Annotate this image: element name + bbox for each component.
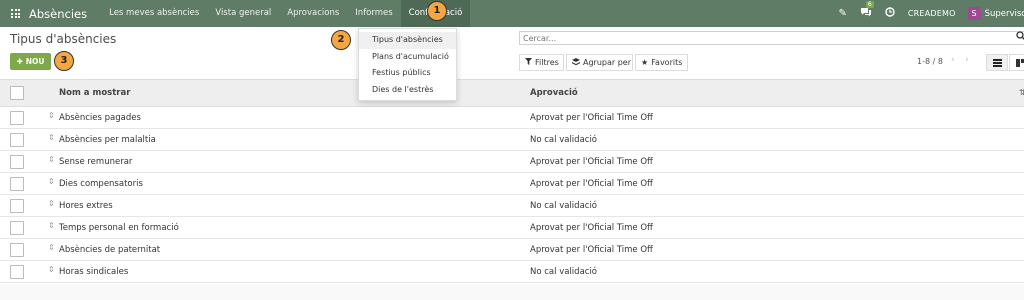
- drag-handle-icon[interactable]: ⇕: [48, 111, 55, 120]
- column-header-name[interactable]: Nom a mostrar: [59, 80, 130, 107]
- configuration-dropdown: Tipus d'absències Plans d'acumulació Fes…: [358, 28, 457, 101]
- callout-2: 2: [331, 30, 351, 50]
- row-approval: No cal validació: [530, 267, 598, 277]
- group-by-label: Agrupar per: [583, 58, 632, 67]
- kanban-view-button[interactable]: [1009, 54, 1024, 71]
- page-title[interactable]: Tipus d'absències: [10, 32, 116, 46]
- user-name[interactable]: Supervisor: [985, 9, 1024, 19]
- menu-approvals[interactable]: Aprovacions: [279, 0, 347, 27]
- table-row[interactable]: ⇕ Hores extres No cal validació: [0, 195, 1024, 217]
- table-row[interactable]: ⇕ Sense remunerar Aprovat per l'Oficial …: [0, 151, 1024, 173]
- drag-handle-icon[interactable]: ⇕: [48, 221, 55, 230]
- row-approval: No cal validació: [530, 201, 598, 211]
- list-view-button[interactable]: [986, 54, 1008, 71]
- search-input[interactable]: [520, 32, 1024, 44]
- drag-handle-icon[interactable]: ⇕: [48, 199, 55, 208]
- pager-previous-icon[interactable]: ‹: [951, 55, 955, 65]
- drag-handle-icon[interactable]: ⇕: [48, 155, 55, 164]
- pager-next-icon[interactable]: ›: [965, 55, 969, 65]
- drag-handle-icon[interactable]: ⇕: [48, 133, 55, 142]
- column-header-approval[interactable]: Aprovació: [530, 80, 578, 107]
- row-checkbox[interactable]: [10, 155, 24, 169]
- row-checkbox[interactable]: [10, 111, 24, 125]
- clock-icon[interactable]: [885, 7, 895, 20]
- drag-handle-icon[interactable]: ⇕: [48, 265, 55, 274]
- row-checkbox[interactable]: [10, 243, 24, 257]
- menu-reports[interactable]: Informes: [347, 0, 400, 27]
- plus-icon: ✚: [16, 57, 23, 66]
- table-row[interactable]: ⇕ Temps personal en formació Aprovat per…: [0, 217, 1024, 239]
- row-approval: Aprovat per l'Oficial Time Off: [530, 157, 653, 167]
- filters-button[interactable]: Filtres: [519, 54, 564, 71]
- table-row[interactable]: ⇕ Absències pagades Aprovat per l'Oficia…: [0, 107, 1024, 129]
- search-box[interactable]: [519, 31, 1024, 45]
- drag-handle-icon[interactable]: ⇕: [48, 177, 55, 186]
- new-button-label: NOU: [25, 57, 45, 66]
- list-view-icon: [992, 58, 1002, 67]
- row-approval: No cal validació: [530, 135, 598, 145]
- row-checkbox[interactable]: [10, 133, 24, 147]
- row-checkbox[interactable]: [10, 177, 24, 191]
- menu-overview[interactable]: Vista general: [207, 0, 279, 27]
- company-switcher[interactable]: CREADEMO: [908, 9, 956, 18]
- table-row[interactable]: ⇕ Dies compensatoris Aprovat per l'Ofici…: [0, 173, 1024, 195]
- row-approval: Aprovat per l'Oficial Time Off: [530, 245, 653, 255]
- filters-label: Filtres: [535, 58, 559, 67]
- callout-3: 3: [54, 51, 74, 71]
- column-options-icon[interactable]: ⇅: [1019, 88, 1024, 97]
- layers-icon: [572, 57, 580, 68]
- drag-handle-icon[interactable]: ⇕: [48, 243, 55, 252]
- row-name: Absències de paternitat: [59, 245, 161, 255]
- dropdown-item-leave-types[interactable]: Tipus d'absències: [359, 32, 456, 49]
- app-title[interactable]: Absències: [29, 7, 87, 21]
- table-row[interactable]: ⇕ Absències de paternitat Aprovat per l'…: [0, 239, 1024, 261]
- menu-my-absences[interactable]: Les meves absències: [101, 0, 207, 27]
- row-name: Absències per malaltia: [59, 135, 156, 145]
- dropdown-item-accrual-plans[interactable]: Plans d'acumulació: [359, 49, 456, 66]
- row-checkbox[interactable]: [10, 199, 24, 213]
- chat-icon[interactable]: 6: [860, 1, 874, 20]
- row-checkbox[interactable]: [10, 265, 24, 279]
- table-row[interactable]: ⇕ Horas sindicales No cal validació: [0, 261, 1024, 283]
- list-empty-area: [0, 284, 1024, 300]
- filter-funnel-icon: [525, 58, 532, 67]
- row-name: Sense remunerar: [59, 157, 133, 167]
- row-name: Temps personal en formació: [59, 223, 179, 233]
- favorites-label: Favorits: [651, 58, 683, 67]
- table-header: Nom a mostrar Aprovació ⇅: [0, 79, 1024, 107]
- apps-grid-icon[interactable]: [11, 9, 20, 18]
- favorites-button[interactable]: ★ Favorits: [635, 54, 688, 71]
- user-avatar[interactable]: S: [967, 7, 981, 20]
- row-name: Horas sindicales: [59, 267, 129, 277]
- top-navbar: Absències Les meves absències Vista gene…: [0, 0, 1024, 27]
- kanban-view-icon: [1015, 58, 1024, 67]
- list-table: Nom a mostrar Aprovació ⇅ ⇕ Absències pa…: [0, 79, 1024, 283]
- edit-pencil-icon[interactable]: ✎: [839, 8, 847, 19]
- row-approval: Aprovat per l'Oficial Time Off: [530, 223, 653, 233]
- dropdown-item-stress-days[interactable]: Dies de l'estrès: [359, 82, 456, 99]
- chat-count-badge: 6: [865, 1, 874, 8]
- callout-1: 1: [427, 1, 447, 21]
- navbar-systray: ✎ 6 CREADEMO S Supervisor: [839, 0, 1024, 27]
- row-approval: Aprovat per l'Oficial Time Off: [530, 179, 653, 189]
- group-by-button[interactable]: Agrupar per: [566, 54, 633, 71]
- table-row[interactable]: ⇕ Absències per malaltia No cal validaci…: [0, 129, 1024, 151]
- row-checkbox[interactable]: [10, 221, 24, 235]
- dropdown-item-public-holidays[interactable]: Festius públics: [359, 65, 456, 82]
- select-all-checkbox[interactable]: [10, 86, 24, 100]
- row-approval: Aprovat per l'Oficial Time Off: [530, 113, 653, 123]
- row-name: Absències pagades: [59, 113, 141, 123]
- star-icon: ★: [641, 58, 649, 67]
- row-name: Dies compensatoris: [59, 179, 143, 189]
- row-name: Hores extres: [59, 201, 113, 211]
- new-button[interactable]: ✚ NOU: [10, 53, 51, 70]
- pager-value[interactable]: 1-8 / 8: [917, 57, 943, 66]
- search-icon[interactable]: [1016, 31, 1024, 44]
